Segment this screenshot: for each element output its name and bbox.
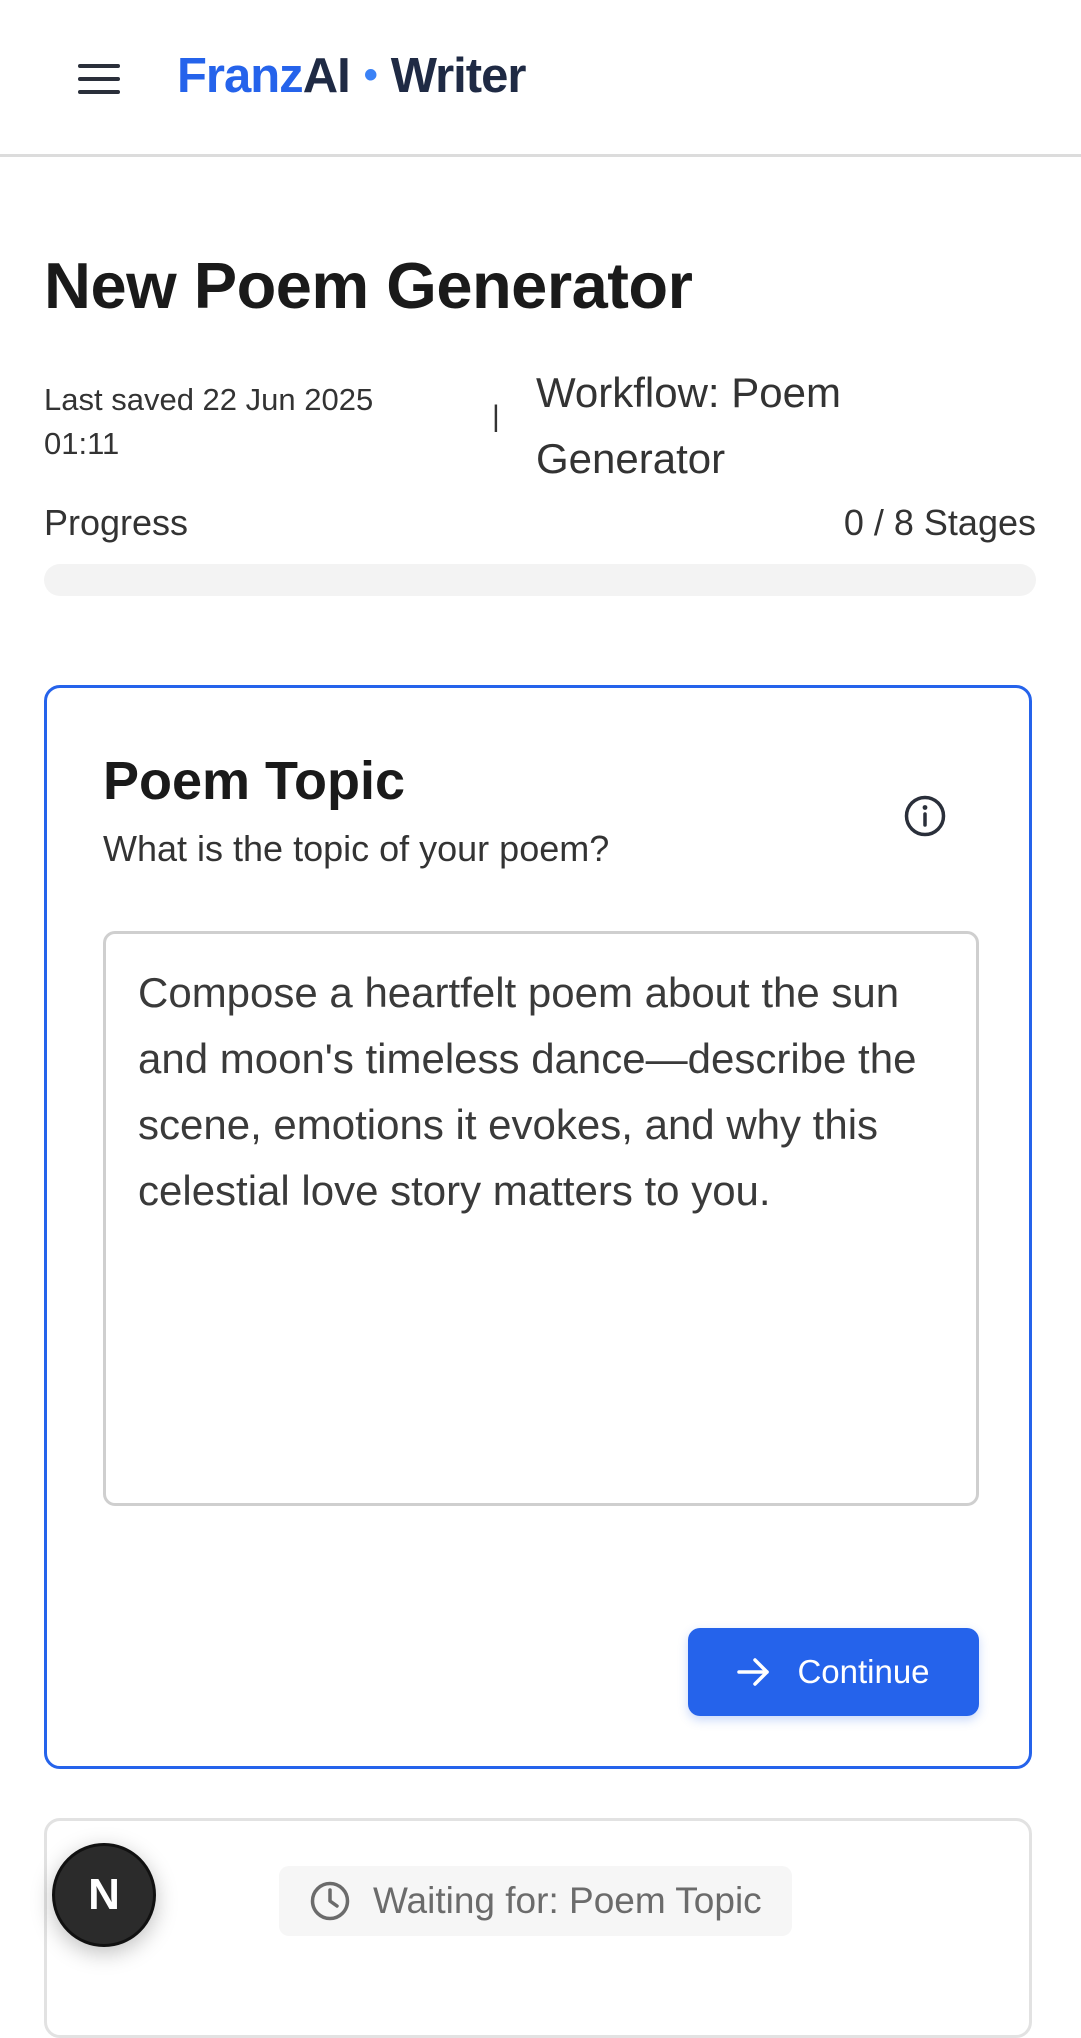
menu-icon-bar	[78, 64, 120, 68]
stage-subtitle: What is the topic of your poem?	[103, 828, 610, 869]
stage-card-next: Waiting for: Poem Topic	[44, 1818, 1032, 2038]
continue-button[interactable]: Continue	[688, 1628, 979, 1716]
waiting-badge: Waiting for: Poem Topic	[279, 1866, 792, 1936]
menu-icon-bar	[78, 77, 120, 81]
fab-label: N	[88, 1870, 120, 1919]
workflow-name: Workflow: Poem Generator	[536, 369, 841, 482]
menu-button[interactable]	[70, 50, 128, 108]
brand-franz: Franz	[177, 49, 304, 103]
clock-icon	[310, 1881, 350, 1921]
arrow-right-icon	[737, 1658, 770, 1686]
brand-logo[interactable]: FranzAI • Writer	[177, 48, 527, 104]
waiting-label: Waiting for: Poem Topic	[373, 1880, 762, 1921]
menu-icon-bar	[78, 90, 120, 94]
progress-count: 0 / 8 Stages	[843, 502, 1036, 543]
brand-ai: AI	[302, 49, 351, 103]
dev-tools-button[interactable]: N	[52, 1843, 156, 1947]
poem-topic-input[interactable]	[103, 931, 979, 1506]
page-title: New Poem Generator	[44, 249, 693, 322]
progress-bar	[44, 564, 1036, 596]
last-saved-text: Last saved 22 Jun 2025 01:11	[44, 382, 374, 461]
brand-writer: Writer	[390, 49, 527, 103]
app-header: FranzAI • Writer	[0, 0, 1081, 157]
continue-label: Continue	[797, 1653, 930, 1690]
stage-title: Poem Topic	[103, 751, 406, 811]
brand-dot: •	[363, 53, 378, 97]
progress-label: Progress	[44, 502, 189, 543]
meta-separator: |	[492, 400, 500, 433]
stage-card-poem-topic: Poem Topic What is the topic of your poe…	[44, 685, 1032, 1769]
info-icon[interactable]	[903, 794, 947, 838]
